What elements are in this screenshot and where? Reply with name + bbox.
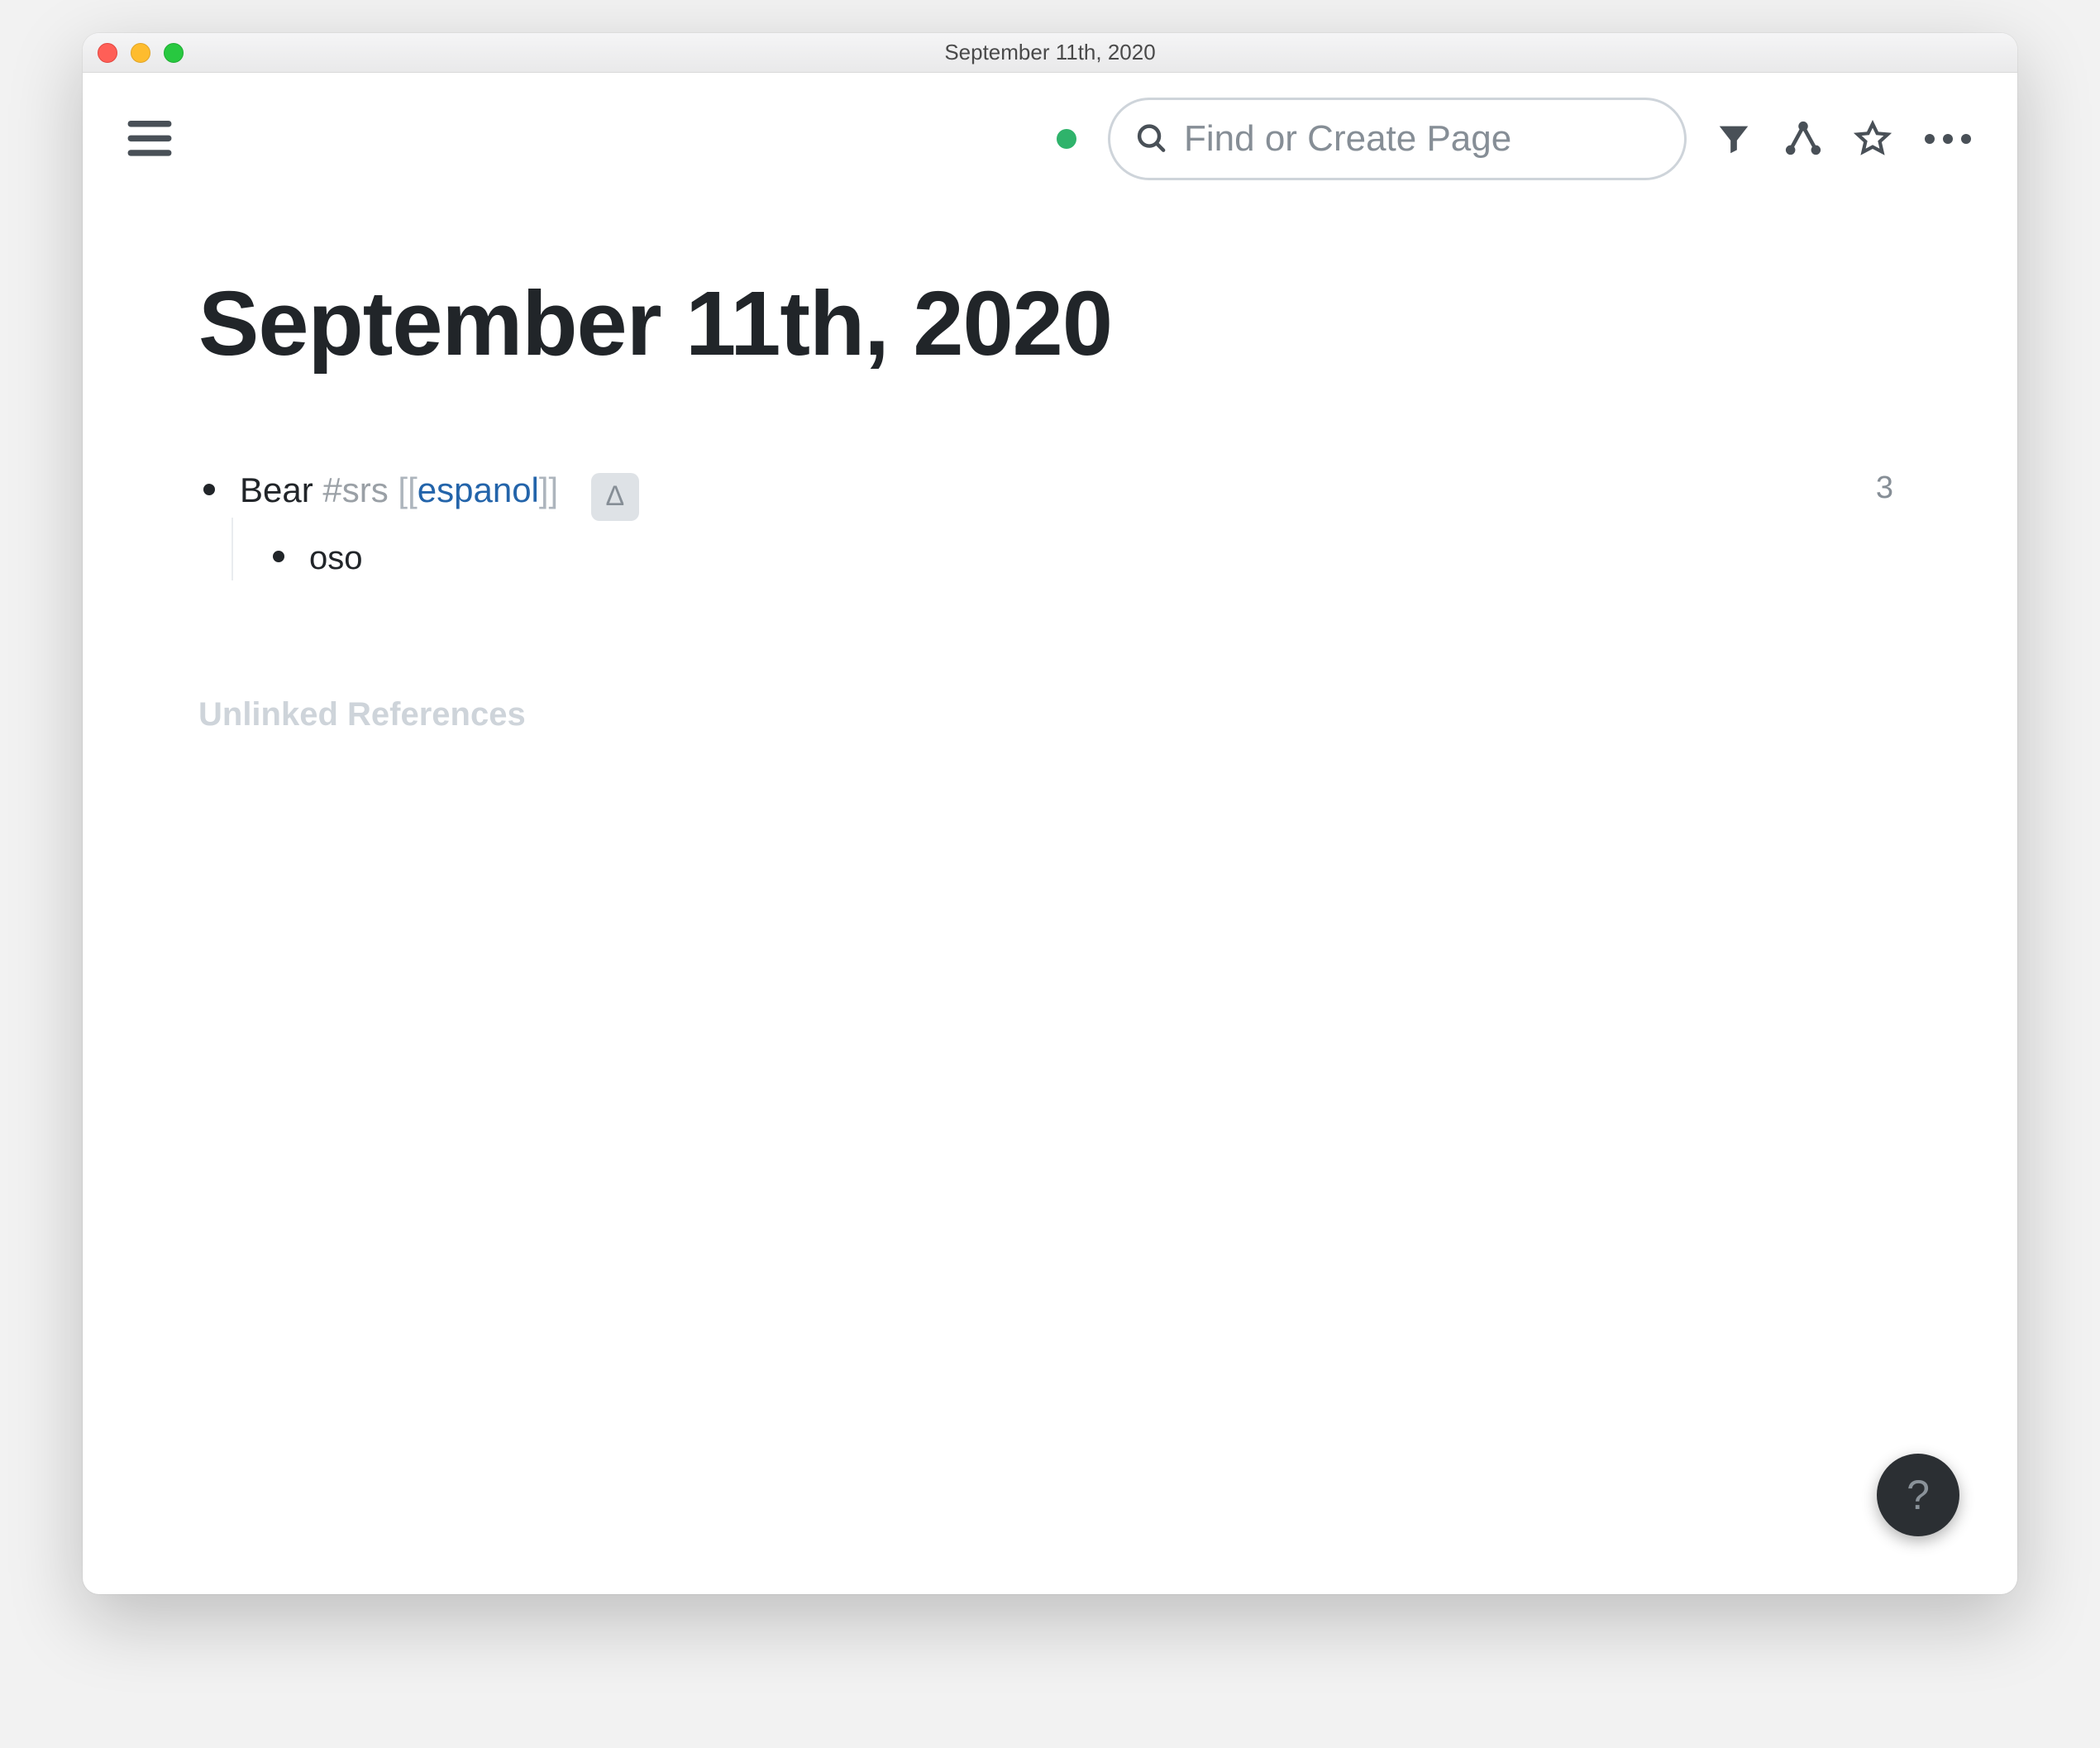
- star-icon: [1854, 120, 1892, 158]
- tag-srs[interactable]: #srs: [322, 470, 388, 509]
- more-menu-button[interactable]: [1920, 126, 1976, 152]
- search-field[interactable]: [1108, 98, 1687, 180]
- unlinked-references-heading[interactable]: Unlinked References: [198, 696, 1902, 733]
- link-bracket-open: [[: [398, 470, 417, 509]
- search-input[interactable]: [1184, 118, 1659, 160]
- hamburger-icon: [127, 121, 172, 157]
- filter-button[interactable]: [1711, 117, 1756, 161]
- window-close-button[interactable]: [98, 43, 117, 63]
- ellipsis-icon: [1925, 134, 1935, 144]
- block-text: Bear: [240, 470, 322, 509]
- app-window: September 11th, 2020: [83, 33, 2017, 1594]
- funnel-icon: [1715, 120, 1753, 158]
- search-icon: [1135, 121, 1169, 157]
- sync-status-indicator[interactable]: [1057, 129, 1076, 149]
- block-text: oso: [309, 536, 363, 580]
- link-bracket-close: ]]: [539, 470, 558, 509]
- link-espanol: espanol: [418, 470, 539, 509]
- page-body: September 11th, 2020 Bear #srs [[espanol…: [83, 189, 2017, 1594]
- window-zoom-button[interactable]: [164, 43, 184, 63]
- window-controls: [98, 43, 184, 63]
- page-link[interactable]: [[espanol]]: [398, 470, 558, 509]
- page-title[interactable]: September 11th, 2020: [198, 271, 1902, 376]
- reference-count[interactable]: 3: [1876, 467, 1902, 580]
- graph-button[interactable]: [1781, 117, 1826, 161]
- block: Bear #srs [[espanol]] Δ oso 3: [198, 467, 1902, 580]
- window-title: September 11th, 2020: [83, 40, 2017, 65]
- graph-icon: [1784, 120, 1822, 158]
- delta-button[interactable]: Δ: [591, 473, 639, 521]
- block-content[interactable]: oso: [268, 536, 1876, 580]
- bullet-icon[interactable]: [203, 484, 215, 495]
- favorite-button[interactable]: [1850, 117, 1895, 161]
- help-button[interactable]: ?: [1877, 1454, 1959, 1536]
- app-toolbar: [83, 73, 2017, 189]
- menu-button[interactable]: [124, 117, 175, 160]
- help-icon: ?: [1907, 1471, 1930, 1519]
- block-children: oso: [231, 518, 1876, 580]
- window-minimize-button[interactable]: [131, 43, 150, 63]
- titlebar: September 11th, 2020: [83, 33, 2017, 73]
- bullet-icon[interactable]: [273, 551, 284, 562]
- block-text-container: Bear #srs [[espanol]] Δ: [240, 467, 639, 518]
- block-content[interactable]: Bear #srs [[espanol]] Δ: [198, 467, 1876, 518]
